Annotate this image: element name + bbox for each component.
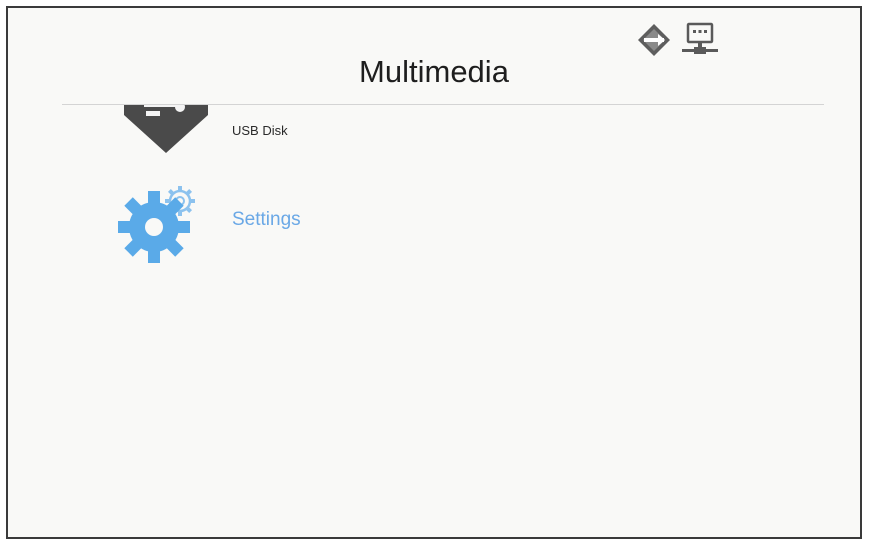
- usb-disk-icon: [124, 105, 208, 153]
- menu-item-label: Settings: [232, 209, 301, 230]
- settings-gear-icon: [118, 186, 195, 263]
- network-diamond-icon: [638, 24, 670, 56]
- app-window: Multimedia USB Disk Settings: [6, 6, 862, 539]
- lan-monitor-icon: [682, 22, 718, 54]
- menu-item-settings[interactable]: Settings: [116, 175, 616, 265]
- status-bar: [636, 22, 736, 62]
- menu-list: USB Disk Settings: [8, 105, 860, 525]
- menu-item-usb-disk[interactable]: USB Disk: [116, 105, 616, 175]
- menu-item-label: USB Disk: [232, 123, 288, 138]
